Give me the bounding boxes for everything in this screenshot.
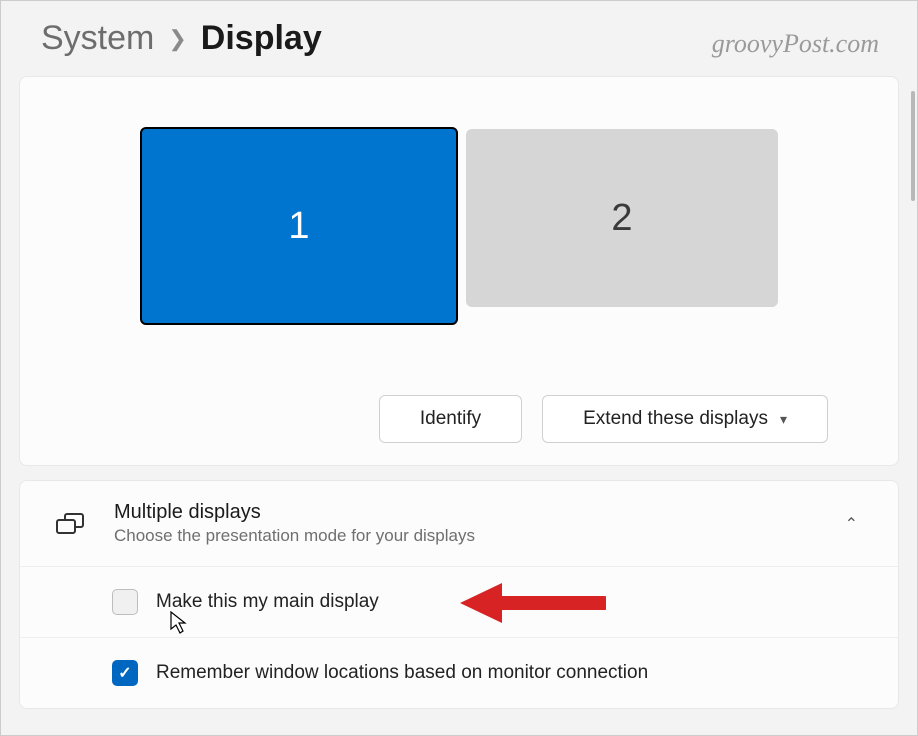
watermark: groovyPost.com xyxy=(712,29,879,59)
monitor-layout: 1 2 xyxy=(90,127,828,325)
multiple-displays-card: Multiple displays Choose the presentatio… xyxy=(19,480,899,709)
remember-windows-label: Remember window locations based on monit… xyxy=(156,662,648,684)
display-arrangement-card: 1 2 Identify Extend these displays ▾ xyxy=(19,76,899,466)
multiple-displays-subtitle: Choose the presentation mode for your di… xyxy=(114,526,821,546)
main-display-label: Make this my main display xyxy=(156,591,379,613)
extend-label: Extend these displays xyxy=(583,408,768,430)
remember-windows-checkbox[interactable]: ✓ xyxy=(112,660,138,686)
breadcrumb-parent[interactable]: System xyxy=(41,19,154,58)
main-display-option[interactable]: Make this my main display xyxy=(20,566,898,637)
chevron-up-icon: ⌃ xyxy=(845,514,868,534)
identify-button[interactable]: Identify xyxy=(379,395,522,443)
main-display-checkbox[interactable] xyxy=(112,589,138,615)
displays-icon xyxy=(56,513,84,535)
monitor-1[interactable]: 1 xyxy=(140,127,458,325)
red-arrow-annotation xyxy=(456,575,606,631)
multiple-displays-title: Multiple displays xyxy=(114,501,821,524)
breadcrumb-current: Display xyxy=(201,19,322,58)
multiple-displays-header[interactable]: Multiple displays Choose the presentatio… xyxy=(20,481,898,566)
extend-displays-dropdown[interactable]: Extend these displays ▾ xyxy=(542,395,828,443)
chevron-right-icon: ❯ xyxy=(168,26,186,52)
monitor-2[interactable]: 2 xyxy=(466,129,778,307)
chevron-down-icon: ▾ xyxy=(780,411,787,428)
scrollbar[interactable] xyxy=(911,91,915,201)
remember-windows-option[interactable]: ✓ Remember window locations based on mon… xyxy=(20,637,898,708)
cursor-icon xyxy=(170,611,190,637)
